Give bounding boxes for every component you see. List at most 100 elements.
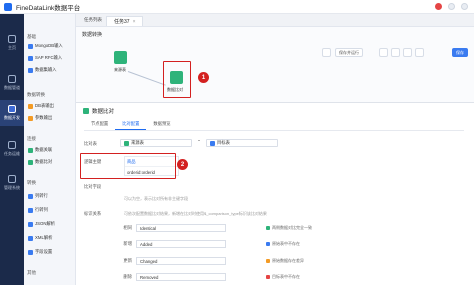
palette-item[interactable]: 参数输出 <box>28 114 73 122</box>
status-note: 目标表中不存在 <box>272 274 300 279</box>
status-note: 原始表中不存在 <box>272 241 300 246</box>
palette-item[interactable]: DB表输出 <box>28 102 73 110</box>
zoom-icon[interactable] <box>379 48 388 57</box>
notification-icon[interactable] <box>435 3 442 10</box>
system-icon <box>8 175 16 183</box>
status-row: 相同 Identical <box>112 224 226 232</box>
nav-item-ops[interactable]: 任务运维 <box>0 136 24 162</box>
panel-header: 数据比对 <box>83 107 114 115</box>
component-icon <box>28 249 33 255</box>
table-icon <box>210 140 215 146</box>
tab-divider <box>84 130 464 131</box>
palette-item[interactable]: 行转列 <box>28 206 73 214</box>
callout-badge: 1 <box>198 72 209 83</box>
status-input[interactable]: Added <box>136 240 226 248</box>
grid-icon[interactable] <box>403 48 412 57</box>
palette-item[interactable]: XML解析 <box>28 234 73 242</box>
status-row: 新增 Added <box>112 240 226 248</box>
node-source-label: 来源表 <box>114 67 126 72</box>
palette-item[interactable]: JSON解析 <box>28 220 73 228</box>
palette-group-transform: 转换 <box>27 180 36 185</box>
separator: - <box>198 138 200 144</box>
status-color <box>266 226 270 230</box>
palette-group-other: 其他 <box>27 270 36 275</box>
palette-group-output: 数据转换 <box>27 92 45 97</box>
panel-tabs: 节点配置 比对配置 数据预览 <box>84 121 178 130</box>
component-icon <box>28 67 33 73</box>
palette-item[interactable]: 数据关联 <box>28 146 73 154</box>
status-input[interactable]: Changed <box>136 257 226 265</box>
highlight-box <box>163 61 191 98</box>
source-table-select[interactable]: 来源表 <box>120 139 192 147</box>
nav-item-data-dev[interactable]: 数据开发 <box>0 100 24 126</box>
data-dev-icon <box>8 105 16 113</box>
palette-item[interactable]: 列转行 <box>28 192 73 200</box>
palette-group-basic: 基础 <box>27 34 36 39</box>
canvas-title: 数据转换 <box>82 32 103 38</box>
compare-icon <box>83 108 89 114</box>
status-note: 两侧数据对比完全一致 <box>272 225 312 230</box>
run-button[interactable]: 保存并运行 <box>335 48 363 57</box>
ops-icon <box>8 141 16 149</box>
component-icon <box>28 159 33 165</box>
status-row: 更新 Changed <box>112 257 226 265</box>
status-hint: 可依次配置数据比对结果，新增在比对时使用$_comparison_type标识该… <box>124 211 267 216</box>
tab-preview[interactable]: 数据预览 <box>146 121 177 130</box>
edge <box>127 71 166 86</box>
save-button[interactable]: 保存 <box>452 48 468 57</box>
component-icon <box>28 55 33 61</box>
close-icon[interactable]: × <box>133 19 136 25</box>
status-note: 原始数据存在差异 <box>272 258 304 263</box>
title-bar: FineDataLink数据平台 <box>0 0 474 14</box>
tab-task-list[interactable]: 任务列表 <box>84 17 102 23</box>
target-table-select[interactable]: 目标表 <box>206 139 278 147</box>
status-color <box>266 259 270 263</box>
status-color <box>266 242 270 246</box>
table-icon <box>124 140 129 146</box>
left-nav: 主页 数据开发 数据管道 任务运维 管理系统 <box>0 14 24 285</box>
tab-compare-config[interactable]: 比对配置 <box>115 121 147 130</box>
component-palette: 基础 MongoDB输入 SAP RFC输入 数据集输入 数据转换 DB表输出 … <box>24 14 76 285</box>
component-icon <box>28 43 33 49</box>
component-icon <box>28 147 33 153</box>
tab-node-config[interactable]: 节点配置 <box>84 121 115 130</box>
app-title: FineDataLink数据平台 <box>16 4 81 12</box>
nav-item-pipeline[interactable]: 数据管道 <box>0 70 24 96</box>
home-icon <box>8 35 16 43</box>
compare-fields-hint: 可以为空，表示比对所有非主键字段 <box>124 196 188 201</box>
palette-item[interactable]: SAP RFC输入 <box>28 54 73 62</box>
palette-item[interactable]: 数据比对 <box>28 158 73 166</box>
highlight-box <box>80 153 176 179</box>
component-icon <box>28 235 33 241</box>
status-color <box>266 275 270 279</box>
tab-task[interactable]: 任务37 × <box>106 16 144 26</box>
undo-icon[interactable] <box>322 48 331 57</box>
settings-icon[interactable] <box>415 48 424 57</box>
node-source[interactable] <box>114 51 127 64</box>
component-icon <box>28 103 33 109</box>
component-icon <box>28 115 33 121</box>
user-avatar[interactable] <box>461 3 468 10</box>
component-icon <box>28 207 33 213</box>
nav-item-home[interactable]: 主页 <box>0 30 24 56</box>
nav-item-system[interactable]: 管理系统 <box>0 170 24 196</box>
callout-badge: 2 <box>177 159 188 170</box>
app-logo-icon <box>4 2 12 11</box>
title-bar-actions <box>435 3 468 10</box>
palette-group-join: 连接 <box>27 136 36 141</box>
palette-item[interactable]: 字段设置 <box>28 248 73 256</box>
status-row: 删除 Removed <box>112 273 226 281</box>
palette-item[interactable]: 数据集输入 <box>28 66 73 74</box>
status-input[interactable]: Identical <box>136 224 226 232</box>
flow-canvas[interactable]: 数据转换 保存并运行 保存 来源表 数据比对 1 <box>76 27 474 102</box>
label-status-id: 标识关系 <box>84 211 102 216</box>
fit-icon[interactable] <box>391 48 400 57</box>
pipeline-icon <box>8 75 16 83</box>
help-icon[interactable] <box>448 3 455 10</box>
task-tabs: 任务列表 任务37 × <box>76 14 474 27</box>
component-icon <box>28 193 33 199</box>
palette-item[interactable]: MongoDB输入 <box>28 42 73 50</box>
label-compare-fields: 比对字段 <box>84 184 102 189</box>
component-icon <box>28 221 33 227</box>
status-input[interactable]: Removed <box>136 273 226 281</box>
